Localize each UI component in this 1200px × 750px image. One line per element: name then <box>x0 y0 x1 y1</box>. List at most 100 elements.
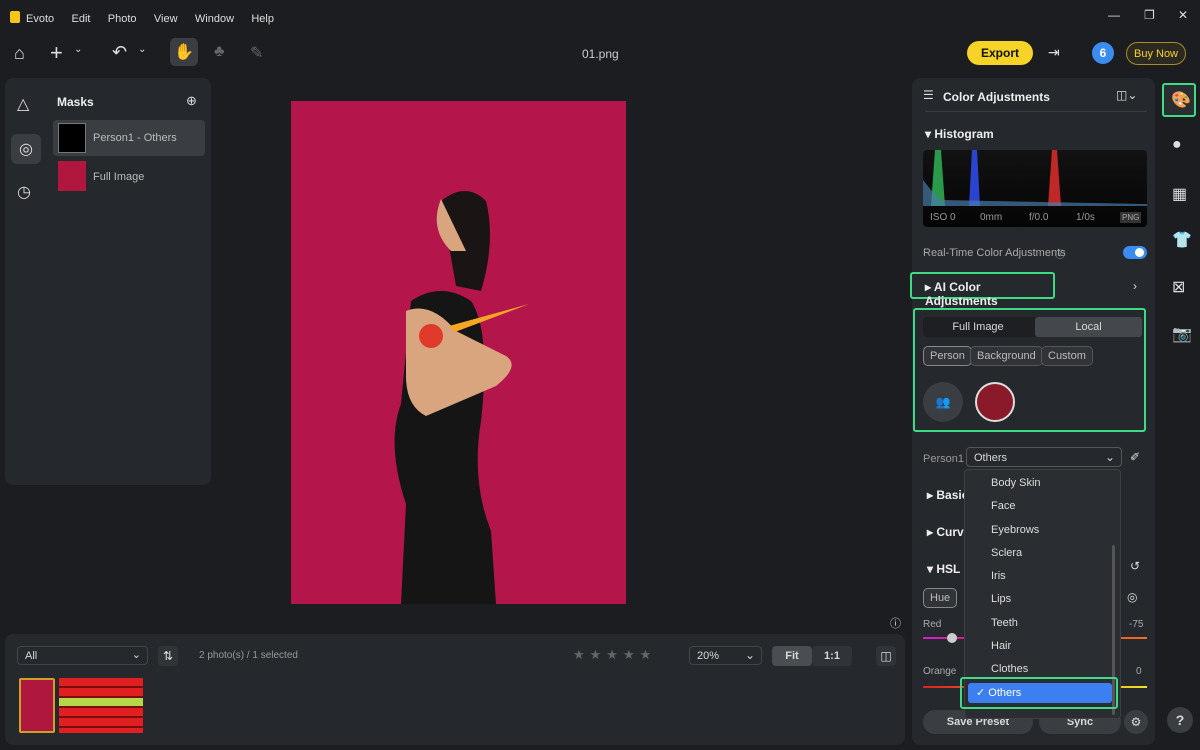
camera-icon[interactable]: 📷 <box>1172 324 1192 344</box>
dropdown-highlight: ✓ Others <box>960 677 1118 709</box>
exif-shutter: 1/0s <box>1076 212 1095 223</box>
mask-icon[interactable]: ◎ <box>11 134 41 164</box>
chip-person[interactable]: Person <box>923 346 972 366</box>
reset-icon[interactable]: ↺ <box>1130 559 1140 573</box>
dropdown-item-lips[interactable]: Lips <box>965 588 1120 611</box>
color-palette-tab[interactable]: 🎨 <box>1162 83 1196 117</box>
menu-window[interactable]: Window <box>195 13 234 25</box>
undo-icon[interactable]: ↶ <box>112 42 127 63</box>
menu-view[interactable]: View <box>154 13 178 25</box>
menu-edit[interactable]: Edit <box>71 13 90 25</box>
dropdown-item-body-skin[interactable]: Body Skin <box>965 472 1120 495</box>
mask-label: Person1 - Others <box>93 132 177 144</box>
help-circle-icon[interactable]: ⓘ <box>1055 246 1065 261</box>
exif-aperture: f/0.0 <box>1029 212 1049 223</box>
menu-help[interactable]: Help <box>251 13 274 25</box>
chevron-down-icon[interactable]: ⌄ <box>74 44 82 55</box>
person-part-value: Others <box>974 452 1008 464</box>
people-icon[interactable]: 👥 <box>923 382 963 422</box>
tab-local[interactable]: Local <box>1035 317 1142 337</box>
realtime-toggle[interactable] <box>1123 246 1147 259</box>
mask-item-person1-others[interactable]: Person1 - Others <box>53 120 205 156</box>
crop-icon[interactable]: ⊠ <box>1172 277 1185 297</box>
chevron-right-icon[interactable]: › <box>1133 279 1137 293</box>
exif-iso: ISO 0 <box>930 212 956 223</box>
tab-full-image[interactable]: Full Image <box>923 317 1033 337</box>
filter-select[interactable]: All ⌄ <box>17 646 148 665</box>
exif-focal: 0mm <box>980 212 1003 223</box>
mask-item-full-image[interactable]: Full Image <box>53 158 205 194</box>
export-button[interactable]: Export <box>967 41 1033 65</box>
masks-panel: △ ◎ ◷ Masks ⊕ Person1 - Others Full Imag… <box>5 78 211 485</box>
photo-count: 2 photo(s) / 1 selected <box>199 650 298 661</box>
star-rating[interactable]: ★★★★★ <box>573 647 656 663</box>
format-badge: PNG <box>1120 212 1142 223</box>
thumbnail-photo-2[interactable] <box>59 678 143 733</box>
edit-mask-icon[interactable]: ✐ <box>1130 450 1140 464</box>
dropdown-item-iris[interactable]: Iris <box>965 565 1120 588</box>
zoom-select[interactable]: 20% ⌄ <box>689 646 762 665</box>
dropdown-item-eyebrows[interactable]: Eyebrows <box>965 519 1120 542</box>
hue-tab[interactable]: Hue <box>923 588 958 608</box>
filter-value: All <box>25 650 38 662</box>
histogram-title: Histogram <box>934 127 994 141</box>
orange-label: Orange <box>923 666 957 677</box>
dropdown-item-sclera[interactable]: Sclera <box>965 542 1120 565</box>
scope-tabs: Full Image Local <box>923 317 1142 337</box>
histogram-header[interactable]: ▾ Histogram <box>925 127 994 141</box>
mask-label: Full Image <box>93 171 145 183</box>
person-part-select[interactable]: Others ⌄ <box>966 447 1122 467</box>
ai-color-adjustments-header[interactable]: ▸ AI Color Adjustments <box>910 272 1055 308</box>
bandage-icon[interactable]: ✎ <box>250 43 263 63</box>
person-photo <box>394 191 529 604</box>
history-icon[interactable]: ◷ <box>17 182 31 202</box>
app-name[interactable]: Evoto <box>26 13 54 25</box>
dropdown-item-others[interactable]: ✓ Others <box>968 683 1112 703</box>
info-icon[interactable]: ⓘ <box>890 615 901 631</box>
local-selection-box: Full Image Local Person Background Custo… <box>913 308 1146 432</box>
share-icon[interactable]: ⇥ <box>1048 44 1060 61</box>
sort-icon[interactable]: ⇅ <box>158 646 178 666</box>
compare-icon[interactable]: ◫ <box>876 646 896 666</box>
menu-photo[interactable]: Photo <box>108 13 137 25</box>
mask-brush-icon[interactable]: ♣ <box>214 43 225 61</box>
adjust-triangle-icon[interactable]: △ <box>17 94 29 114</box>
add-mask-icon[interactable]: ⊕ <box>186 93 197 109</box>
thumbnail-photo-1[interactable] <box>19 678 55 733</box>
section-hsl[interactable]: ▾ HSL <box>927 562 960 576</box>
section-basic[interactable]: ▸ Basic <box>927 488 968 502</box>
minimize-icon[interactable]: — <box>1108 8 1120 22</box>
clothes-icon[interactable]: 👕 <box>1172 230 1192 250</box>
toolbar: ⌂ + ⌄ ↶ ⌄ ✋ ♣ ✎ 01.png Export ⇥ 6 Buy No… <box>0 34 1200 74</box>
hand-tool-icon[interactable]: ✋ <box>170 38 198 66</box>
notification-badge[interactable]: 6 <box>1092 42 1114 64</box>
target-picker-icon[interactable]: ◎ <box>1127 590 1137 604</box>
one-to-one-button[interactable]: 1:1 <box>812 646 852 666</box>
face-icon[interactable]: ● <box>1172 136 1182 154</box>
person-label: Person1 <box>923 453 964 465</box>
help-button[interactable]: ? <box>1167 707 1193 733</box>
chevron-down-icon[interactable]: ⌄ <box>138 44 146 55</box>
close-icon[interactable]: ✕ <box>1178 8 1188 22</box>
red-value: -75 <box>1129 619 1144 630</box>
layout-toggle-icon[interactable]: ◫⌄ <box>1116 88 1137 102</box>
chip-custom[interactable]: Custom <box>1041 346 1093 366</box>
histogram-chart <box>923 150 1147 206</box>
person1-avatar[interactable] <box>975 382 1015 422</box>
dropdown-item-teeth[interactable]: Teeth <box>965 612 1120 635</box>
red-slider-handle[interactable] <box>947 633 957 643</box>
fit-button[interactable]: Fit <box>772 646 812 666</box>
dropdown-item-face[interactable]: Face <box>965 495 1120 518</box>
sync-settings-icon[interactable]: ⚙ <box>1124 710 1148 734</box>
home-icon[interactable]: ⌂ <box>14 43 25 64</box>
background-icon[interactable]: ▦ <box>1172 184 1187 204</box>
chevron-down-icon: ⌄ <box>1104 450 1115 464</box>
restore-icon[interactable]: ❐ <box>1144 8 1155 22</box>
add-icon[interactable]: + <box>50 40 63 66</box>
chip-background[interactable]: Background <box>970 346 1043 366</box>
menu-bar: Evoto Edit Photo View Window Help <box>26 11 288 25</box>
buy-now-button[interactable]: Buy Now <box>1126 42 1186 65</box>
masks-title: Masks <box>57 95 94 109</box>
photo-canvas[interactable] <box>291 101 626 604</box>
dropdown-item-hair[interactable]: Hair <box>965 635 1120 658</box>
